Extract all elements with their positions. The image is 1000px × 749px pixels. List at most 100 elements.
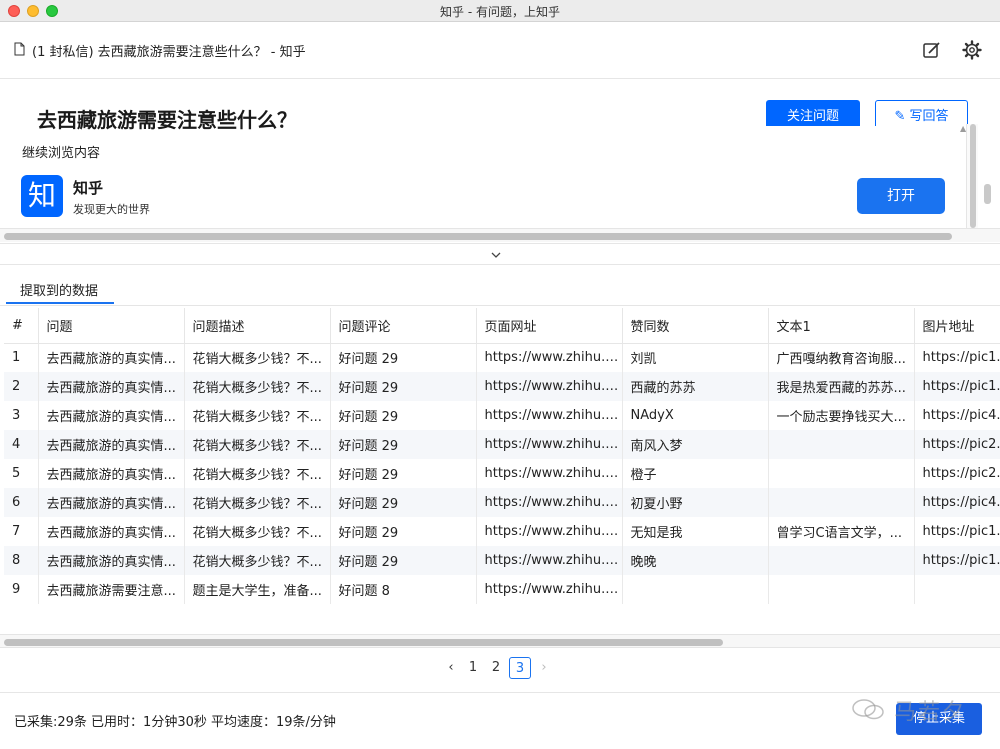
table-cell: 6 xyxy=(4,488,39,517)
table-row[interactable]: 5 去西藏旅游的真实情... 花销大概多少钱？不... 好问题 29 https://w… xyxy=(4,459,1000,488)
title-bar: 知乎 - 有问题，上知乎 xyxy=(0,0,1000,22)
column-header[interactable]: 问题描述 xyxy=(184,308,331,344)
table-cell: 去西藏旅游的真实情... xyxy=(38,459,185,488)
wechat-logo-icon xyxy=(852,699,884,720)
table-cell: 好问题 29 xyxy=(330,343,477,372)
follow-question-button[interactable]: 关注问题 xyxy=(766,100,860,126)
pagination: ‹ 1 2 3 › xyxy=(0,652,1000,684)
web-vertical-scroll-thumb[interactable] xyxy=(970,124,976,228)
page-3-button[interactable]: 3 xyxy=(509,657,531,679)
table-cell: https://pic4... xyxy=(914,488,1000,517)
active-tab-indicator xyxy=(6,302,114,304)
page-2-button[interactable]: 2 xyxy=(489,657,503,679)
table-cell: 花销大概多少钱？不... xyxy=(184,401,331,430)
column-header[interactable]: 页面网址 xyxy=(476,308,623,344)
open-app-button[interactable]: 打开 xyxy=(857,178,945,214)
table-row[interactable]: 2 去西藏旅游的真实情... 花销大概多少钱？不... 好问题 29 https://w… xyxy=(4,372,1000,401)
gear-icon[interactable] xyxy=(962,40,982,60)
table-cell xyxy=(622,575,769,604)
table-cell: 去西藏旅游的真实情... xyxy=(38,430,185,459)
column-header[interactable]: 问题评论 xyxy=(330,308,477,344)
table-cell: 好问题 29 xyxy=(330,459,477,488)
edit-icon[interactable] xyxy=(922,40,942,60)
write-answer-button[interactable]: ✎ 写回答 xyxy=(875,100,968,126)
table-cell xyxy=(768,575,915,604)
table-cell: https://pic2... xyxy=(914,430,1000,459)
table-cell: 花销大概多少钱？不... xyxy=(184,488,331,517)
table-cell: 好问题 29 xyxy=(330,372,477,401)
table-cell: 南风入梦 xyxy=(622,430,769,459)
table-cell: https://www.zhihu.c... xyxy=(476,430,623,459)
web-horizontal-scroll-thumb[interactable] xyxy=(4,233,952,240)
table-row[interactable]: 9 去西藏旅游需要注意... 题主是大学生，准备... 好问题 8 https://ww… xyxy=(4,575,1000,604)
table-cell: https://www.zhihu.c... xyxy=(476,517,623,546)
app-window: 知乎 - 有问题，上知乎 (1 封私信) 去西藏旅游需要注意些什么？ - 知乎 … xyxy=(0,0,1000,749)
table-cell: 花销大概多少钱？不... xyxy=(184,372,331,401)
watermark: 马若夕 xyxy=(850,693,970,725)
table-cell: 去西藏旅游的真实情... xyxy=(38,372,185,401)
web-vertical-scrollbar[interactable] xyxy=(966,124,978,232)
table-row[interactable]: 1 去西藏旅游的真实情... 花销大概多少钱？不... 好问题 29 https://w… xyxy=(4,343,1000,372)
app-description: 发现更大的世界 xyxy=(73,203,150,216)
status-bar: 已采集:29条 已用时：1分钟30秒 平均速度：19条/分钟 停止采集 马若夕 xyxy=(0,692,1000,749)
table-cell: https://www.zhihu.c... xyxy=(476,575,623,604)
column-header[interactable]: 图片地址 xyxy=(914,308,1000,344)
table-cell: 3 xyxy=(4,401,39,430)
table-cell: https://pic1... xyxy=(914,517,1000,546)
table-cell: 去西藏旅游的真实情... xyxy=(38,546,185,575)
data-table: # 问题 问题描述 问题评论 页面网址 赞同数 文本1 图片地址 1 去西藏旅游的真实情... 花… xyxy=(4,308,1000,604)
outer-scroll-thumb[interactable] xyxy=(984,184,991,204)
collection-status: 已采集:29条 已用时：1分钟30秒 平均速度：19条/分钟 xyxy=(14,715,336,730)
table-row[interactable]: 7 去西藏旅游的真实情... 花销大概多少钱？不... 好问题 29 https://w… xyxy=(4,517,1000,546)
table-row[interactable]: 8 去西藏旅游的真实情... 花销大概多少钱？不... 好问题 29 https://w… xyxy=(4,546,1000,575)
table-cell: https://pic4... xyxy=(914,401,1000,430)
table-cell: https://www.zhihu.c... xyxy=(476,546,623,575)
table-cell: 晚晚 xyxy=(622,546,769,575)
pencil-icon: ✎ xyxy=(894,109,906,124)
column-header[interactable]: 问题 xyxy=(38,308,185,344)
table-cell: 去西藏旅游需要注意... xyxy=(38,575,185,604)
table-cell: 题主是大学生，准备... xyxy=(184,575,331,604)
column-header[interactable]: # xyxy=(4,308,39,344)
table-body: 1 去西藏旅游的真实情... 花销大概多少钱？不... 好问题 29 https://w… xyxy=(4,343,1000,604)
table-cell: 去西藏旅游的真实情... xyxy=(38,517,185,546)
table-cell xyxy=(914,575,1000,604)
tab-extracted-data[interactable]: 提取到的数据 xyxy=(20,280,98,299)
table-cell: https://www.zhihu.c... xyxy=(476,401,623,430)
table-cell: NAdyX xyxy=(622,401,769,430)
table-cell: 花销大概多少钱？不... xyxy=(184,343,331,372)
question-title: 去西藏旅游需要注意些什么？ xyxy=(37,108,297,132)
column-header[interactable]: 文本1 xyxy=(768,308,915,344)
table-cell: 1 xyxy=(4,343,39,372)
table-cell: 西藏的苏苏 xyxy=(622,372,769,401)
table-row[interactable]: 4 去西藏旅游的真实情... 花销大概多少钱？不... 好问题 29 https://w… xyxy=(4,430,1000,459)
table-cell: 一个励志要挣钱买大... xyxy=(768,401,915,430)
table-cell: 花销大概多少钱？不... xyxy=(184,517,331,546)
table-cell: https://www.zhihu.c... xyxy=(476,343,623,372)
table-row[interactable]: 6 去西藏旅游的真实情... 花销大概多少钱？不... 好问题 29 https://w… xyxy=(4,488,1000,517)
column-header[interactable]: 赞同数 xyxy=(622,308,769,344)
table-horizontal-scroll-thumb[interactable] xyxy=(4,639,723,646)
next-page-button[interactable]: › xyxy=(537,657,551,679)
table-cell: 5 xyxy=(4,459,39,488)
page-1-button[interactable]: 1 xyxy=(466,657,480,679)
web-horizontal-scrollbar[interactable] xyxy=(0,228,1000,242)
panel-splitter[interactable] xyxy=(0,243,1000,265)
app-name: 知乎 xyxy=(73,179,104,197)
watermark-text: 马若夕 xyxy=(894,700,967,725)
table-cell: 8 xyxy=(4,546,39,575)
window-title: 知乎 - 有问题，上知乎 xyxy=(440,5,560,19)
table-cell: 2 xyxy=(4,372,39,401)
table-cell: 7 xyxy=(4,517,39,546)
table-cell xyxy=(768,430,915,459)
table-cell: 好问题 29 xyxy=(330,517,477,546)
table-cell: 初夏小野 xyxy=(622,488,769,517)
table-row[interactable]: 3 去西藏旅游的真实情... 花销大概多少钱？不... 好问题 29 https://w… xyxy=(4,401,1000,430)
table-cell: 我是热爱西藏的苏苏... xyxy=(768,372,915,401)
table-cell: 4 xyxy=(4,430,39,459)
table-horizontal-scrollbar[interactable] xyxy=(0,634,1000,648)
table-cell: 橙子 xyxy=(622,459,769,488)
chevron-down-icon[interactable] xyxy=(491,250,501,260)
write-answer-label: 写回答 xyxy=(909,109,949,124)
prev-page-button[interactable]: ‹ xyxy=(444,657,458,679)
